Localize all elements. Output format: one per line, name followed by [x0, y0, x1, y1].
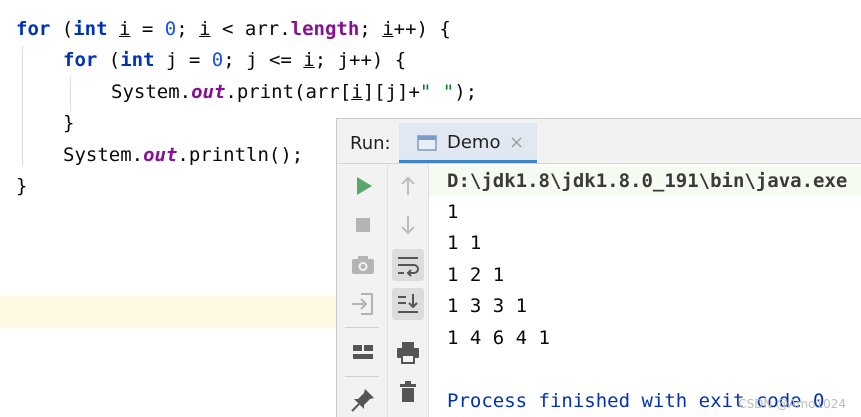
login-icon[interactable] — [347, 288, 379, 320]
keyword-int: int — [73, 18, 108, 40]
console-output-line: 1 — [447, 201, 459, 223]
indent-guide-outer — [22, 46, 23, 166]
field-length: length — [290, 18, 360, 40]
scroll-to-end-icon[interactable] — [392, 288, 424, 320]
toolbar-separator — [345, 327, 379, 328]
static-field-out: out — [191, 81, 226, 103]
pin-icon[interactable] — [347, 384, 379, 416]
code-line-2: for (int j = 0; j <= i; j++) { — [63, 49, 407, 71]
run-toolbar-right — [388, 164, 429, 417]
trash-icon[interactable] — [392, 376, 424, 408]
stop-icon[interactable] — [347, 209, 379, 241]
run-title: Run: — [350, 133, 391, 154]
soft-wrap-icon[interactable] — [392, 249, 424, 281]
number-literal: 0 — [164, 18, 177, 40]
play-icon[interactable] — [347, 170, 379, 202]
static-field-out: out — [143, 144, 178, 166]
var-i: i — [119, 18, 131, 40]
string-literal: " " — [419, 81, 455, 103]
console-output[interactable]: D:\jdk1.8\jdk1.8.0_191\bin\java.exe 1 1 … — [429, 164, 861, 417]
keyword-int: int — [120, 49, 155, 71]
keyword-for: for — [63, 49, 98, 71]
console-output-line: 1 2 1 — [447, 264, 505, 286]
console-tab-icon — [417, 135, 437, 155]
code-line-5: System.out.println(); — [63, 144, 304, 166]
run-toolbar-left — [337, 164, 388, 417]
keyword-for: for — [16, 18, 51, 40]
code-line-3: System.out.print(arr[i][j]+" "); — [111, 81, 478, 103]
number-literal: 0 — [211, 49, 224, 71]
var-i: i — [351, 81, 363, 103]
run-tool-window: Run: Demo × D:\jdk1.8\jdk1.8.0_191\bin\j… — [336, 118, 861, 417]
layout-icon[interactable] — [347, 336, 379, 368]
console-output-line: 1 4 6 4 1 — [447, 327, 550, 349]
print-icon[interactable] — [392, 336, 424, 368]
var-i: i — [199, 18, 211, 40]
indent-guide-inner — [70, 77, 71, 111]
code-line-6: } — [16, 175, 28, 197]
var-i: i — [303, 49, 315, 71]
arrow-down-icon[interactable] — [392, 209, 424, 241]
var-i: i — [382, 18, 394, 40]
tab-label: Demo — [447, 132, 501, 153]
code-line-4: } — [63, 112, 75, 134]
run-header: Run: Demo × — [337, 119, 861, 164]
code-line-1: for (int i = 0; i < arr.length; i++) { — [16, 18, 451, 40]
console-command-line: D:\jdk1.8\jdk1.8.0_191\bin\java.exe — [429, 166, 861, 196]
tab-demo[interactable]: Demo × — [399, 123, 537, 163]
console-output-line: 1 3 3 1 — [447, 295, 528, 317]
tab-close-icon[interactable]: × — [509, 123, 524, 163]
console-output-line: 1 1 — [447, 232, 482, 254]
arrow-up-icon[interactable] — [392, 170, 424, 202]
toolbar-separator — [345, 376, 379, 377]
watermark: CSDN @Amo1024 — [738, 397, 846, 411]
camera-icon[interactable] — [347, 249, 379, 281]
